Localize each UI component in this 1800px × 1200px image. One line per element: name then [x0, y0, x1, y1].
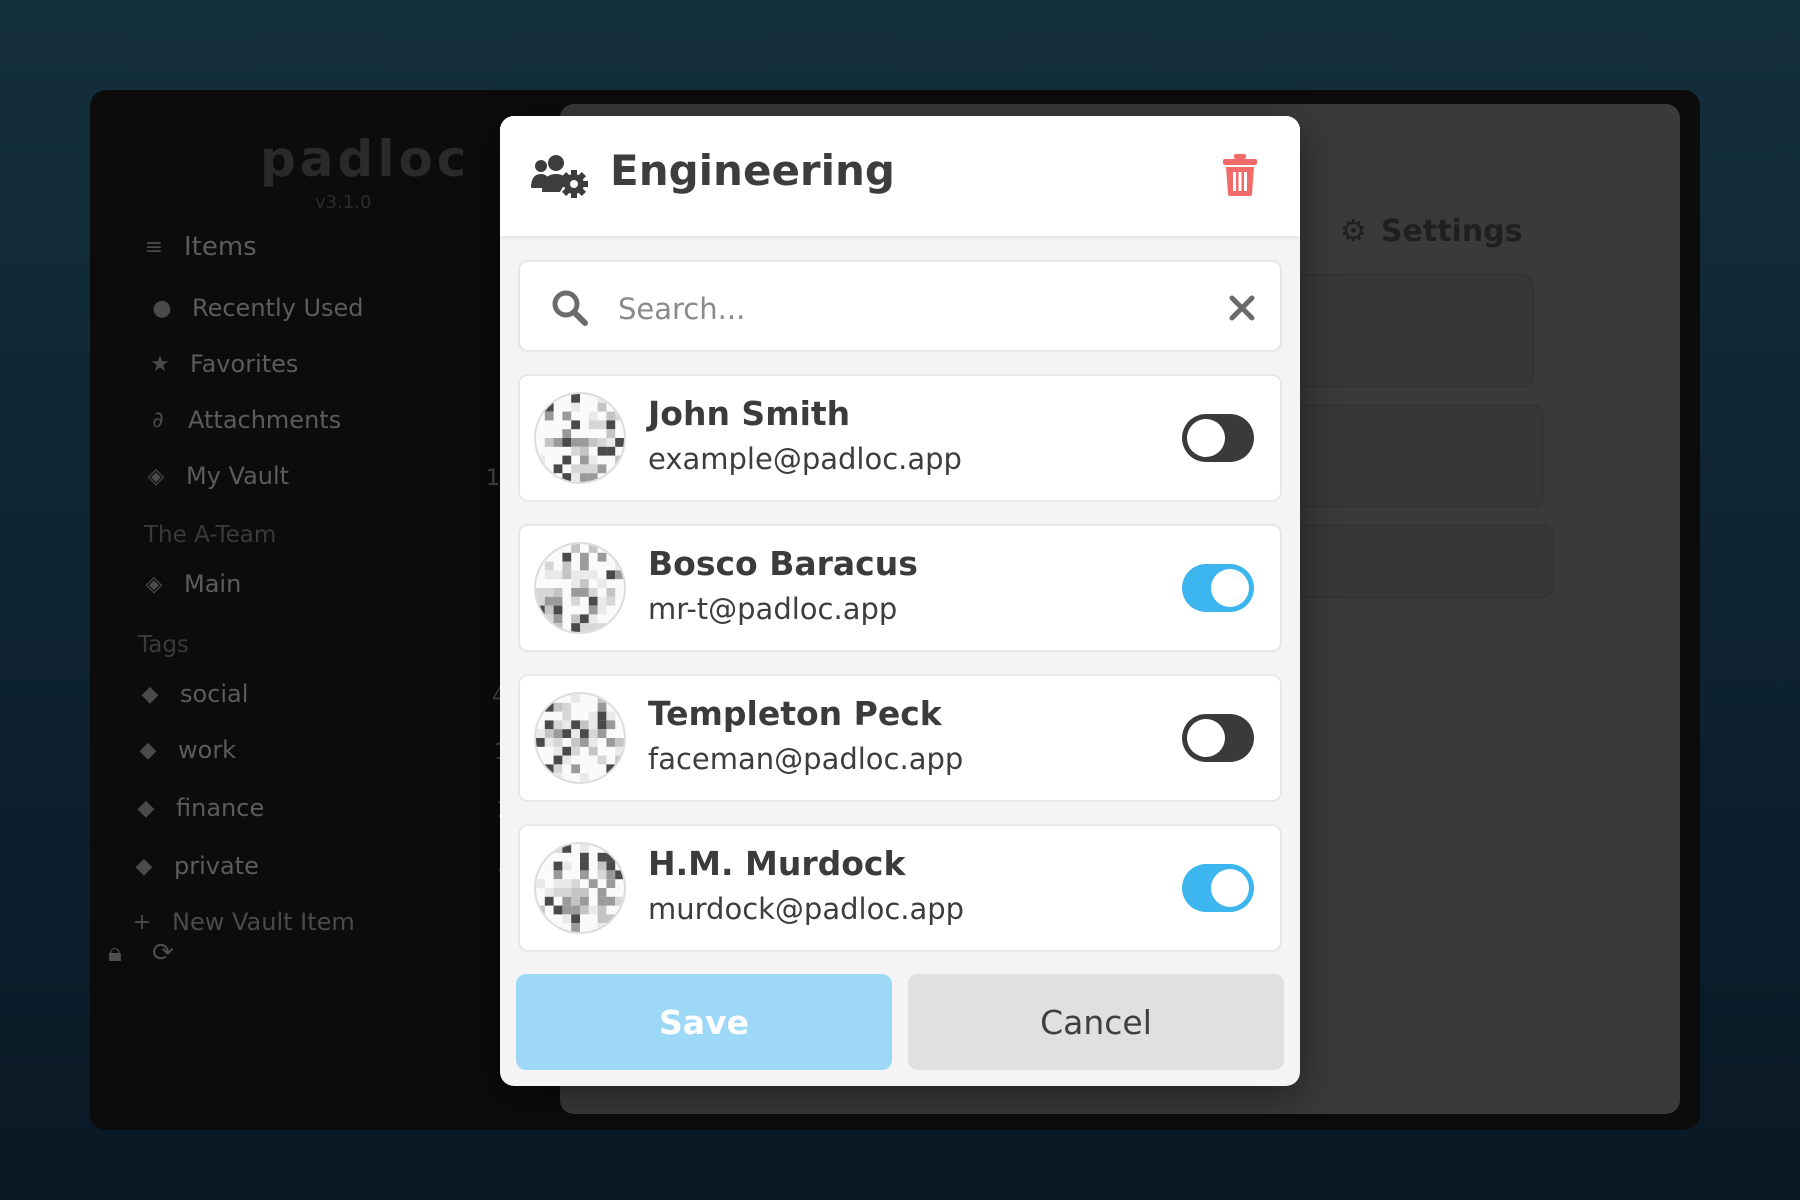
- lock-icon[interactable]: 🔒︎: [108, 938, 122, 969]
- sidebar-item-label: finance: [176, 794, 265, 822]
- sync-icon[interactable]: ⟳: [152, 938, 174, 968]
- trash-icon[interactable]: [1222, 154, 1258, 196]
- member-name: H.M. Murdock: [648, 844, 906, 883]
- tag-icon: ◆: [135, 853, 153, 879]
- member-name: Bosco Baracus: [648, 544, 918, 583]
- new-vault-item-button[interactable]: + New Vault Item: [130, 908, 355, 936]
- cube-icon: ◈: [147, 463, 165, 489]
- member-name: John Smith: [648, 394, 851, 433]
- app-logo: padloc: [260, 130, 471, 188]
- member-toggle[interactable]: [1182, 864, 1254, 912]
- star-icon: ★: [150, 351, 170, 377]
- sidebar-tag-social[interactable]: ◆ social: [138, 680, 249, 708]
- settings-label: Settings: [1380, 214, 1523, 249]
- sidebar-item-recently-used[interactable]: ● Recently Used: [150, 294, 364, 322]
- avatar: [534, 692, 626, 784]
- member-row[interactable]: John Smith example@padloc.app: [518, 374, 1282, 502]
- member-email: faceman@padloc.app: [648, 742, 964, 776]
- dialog-header: Engineering: [500, 116, 1300, 236]
- search-icon: [552, 290, 588, 326]
- sidebar-item-label: New Vault Item: [172, 908, 355, 936]
- sidebar-item-label: private: [174, 852, 259, 880]
- sidebar-item-items[interactable]: ≡ Items: [142, 232, 257, 262]
- member-search: [518, 260, 1282, 352]
- vault-item-count: 1: [486, 466, 500, 491]
- sidebar-item-label: Recently Used: [192, 294, 364, 322]
- toggle-knob: [1187, 419, 1225, 457]
- sidebar-tag-private[interactable]: ◆ private: [132, 852, 259, 880]
- sidebar: padloc v3.1.0 ≡ Items ● Recently Used ★ …: [90, 90, 560, 1130]
- member-row[interactable]: Templeton Peck faceman@padloc.app: [518, 674, 1282, 802]
- sidebar-tag-work[interactable]: ◆ work: [136, 736, 237, 764]
- toggle-knob: [1187, 719, 1225, 757]
- app-version: v3.1.0: [315, 192, 372, 213]
- avatar: [534, 842, 626, 934]
- tag-icon: ◆: [141, 681, 159, 707]
- cube-icon: ◈: [145, 571, 163, 597]
- member-row[interactable]: Bosco Baracus mr-t@padloc.app: [518, 524, 1282, 652]
- sidebar-item-favorites[interactable]: ★ Favorites: [148, 350, 298, 378]
- tag-icon: ◆: [137, 795, 155, 821]
- list-icon: ≡: [144, 234, 164, 260]
- gear-icon: ⚙: [1340, 214, 1367, 249]
- users-cog-icon: [531, 155, 588, 198]
- settings-link[interactable]: ⚙ Settings: [1340, 214, 1523, 249]
- member-toggle[interactable]: [1182, 564, 1254, 612]
- member-email: murdock@padloc.app: [648, 892, 965, 926]
- group-dialog: Engineering John Smith example@padloc.ap…: [500, 116, 1300, 1086]
- sidebar-item-my-vault[interactable]: ◈ My Vault: [144, 462, 290, 490]
- paperclip-icon: ∂: [152, 407, 164, 433]
- save-button[interactable]: Save: [516, 974, 892, 1070]
- avatar: [534, 392, 626, 484]
- cancel-button[interactable]: Cancel: [908, 974, 1284, 1070]
- member-toggle[interactable]: [1182, 414, 1254, 462]
- close-icon[interactable]: [1224, 290, 1260, 326]
- sidebar-item-label: Favorites: [190, 350, 299, 378]
- sidebar-item-label: Attachments: [188, 406, 342, 434]
- toggle-knob: [1211, 869, 1249, 907]
- sidebar-item-label: My Vault: [186, 462, 290, 490]
- sidebar-item-label: work: [178, 736, 237, 764]
- sidebar-item-label: Items: [184, 232, 257, 262]
- member-email: mr-t@padloc.app: [648, 592, 898, 626]
- sidebar-item-label: social: [180, 680, 249, 708]
- org-section-heading: The A-Team: [144, 522, 277, 548]
- search-input[interactable]: [616, 280, 1200, 338]
- member-name: Templeton Peck: [648, 694, 942, 733]
- dialog-title: Engineering: [610, 146, 895, 195]
- sidebar-item-label: Main: [184, 570, 242, 598]
- sidebar-item-main-vault[interactable]: ◈ Main: [142, 570, 242, 598]
- avatar: [534, 542, 626, 634]
- plus-icon: +: [132, 909, 152, 935]
- sidebar-item-attachments[interactable]: ∂ Attachments: [146, 406, 341, 434]
- clock-icon: ●: [152, 295, 172, 321]
- member-row[interactable]: H.M. Murdock murdock@padloc.app: [518, 824, 1282, 952]
- member-email: example@padloc.app: [648, 442, 962, 476]
- member-toggle[interactable]: [1182, 714, 1254, 762]
- tag-icon: ◆: [139, 737, 157, 763]
- toggle-knob: [1211, 569, 1249, 607]
- sidebar-tag-finance[interactable]: ◆ finance: [134, 794, 265, 822]
- tags-section-heading: Tags: [138, 632, 189, 658]
